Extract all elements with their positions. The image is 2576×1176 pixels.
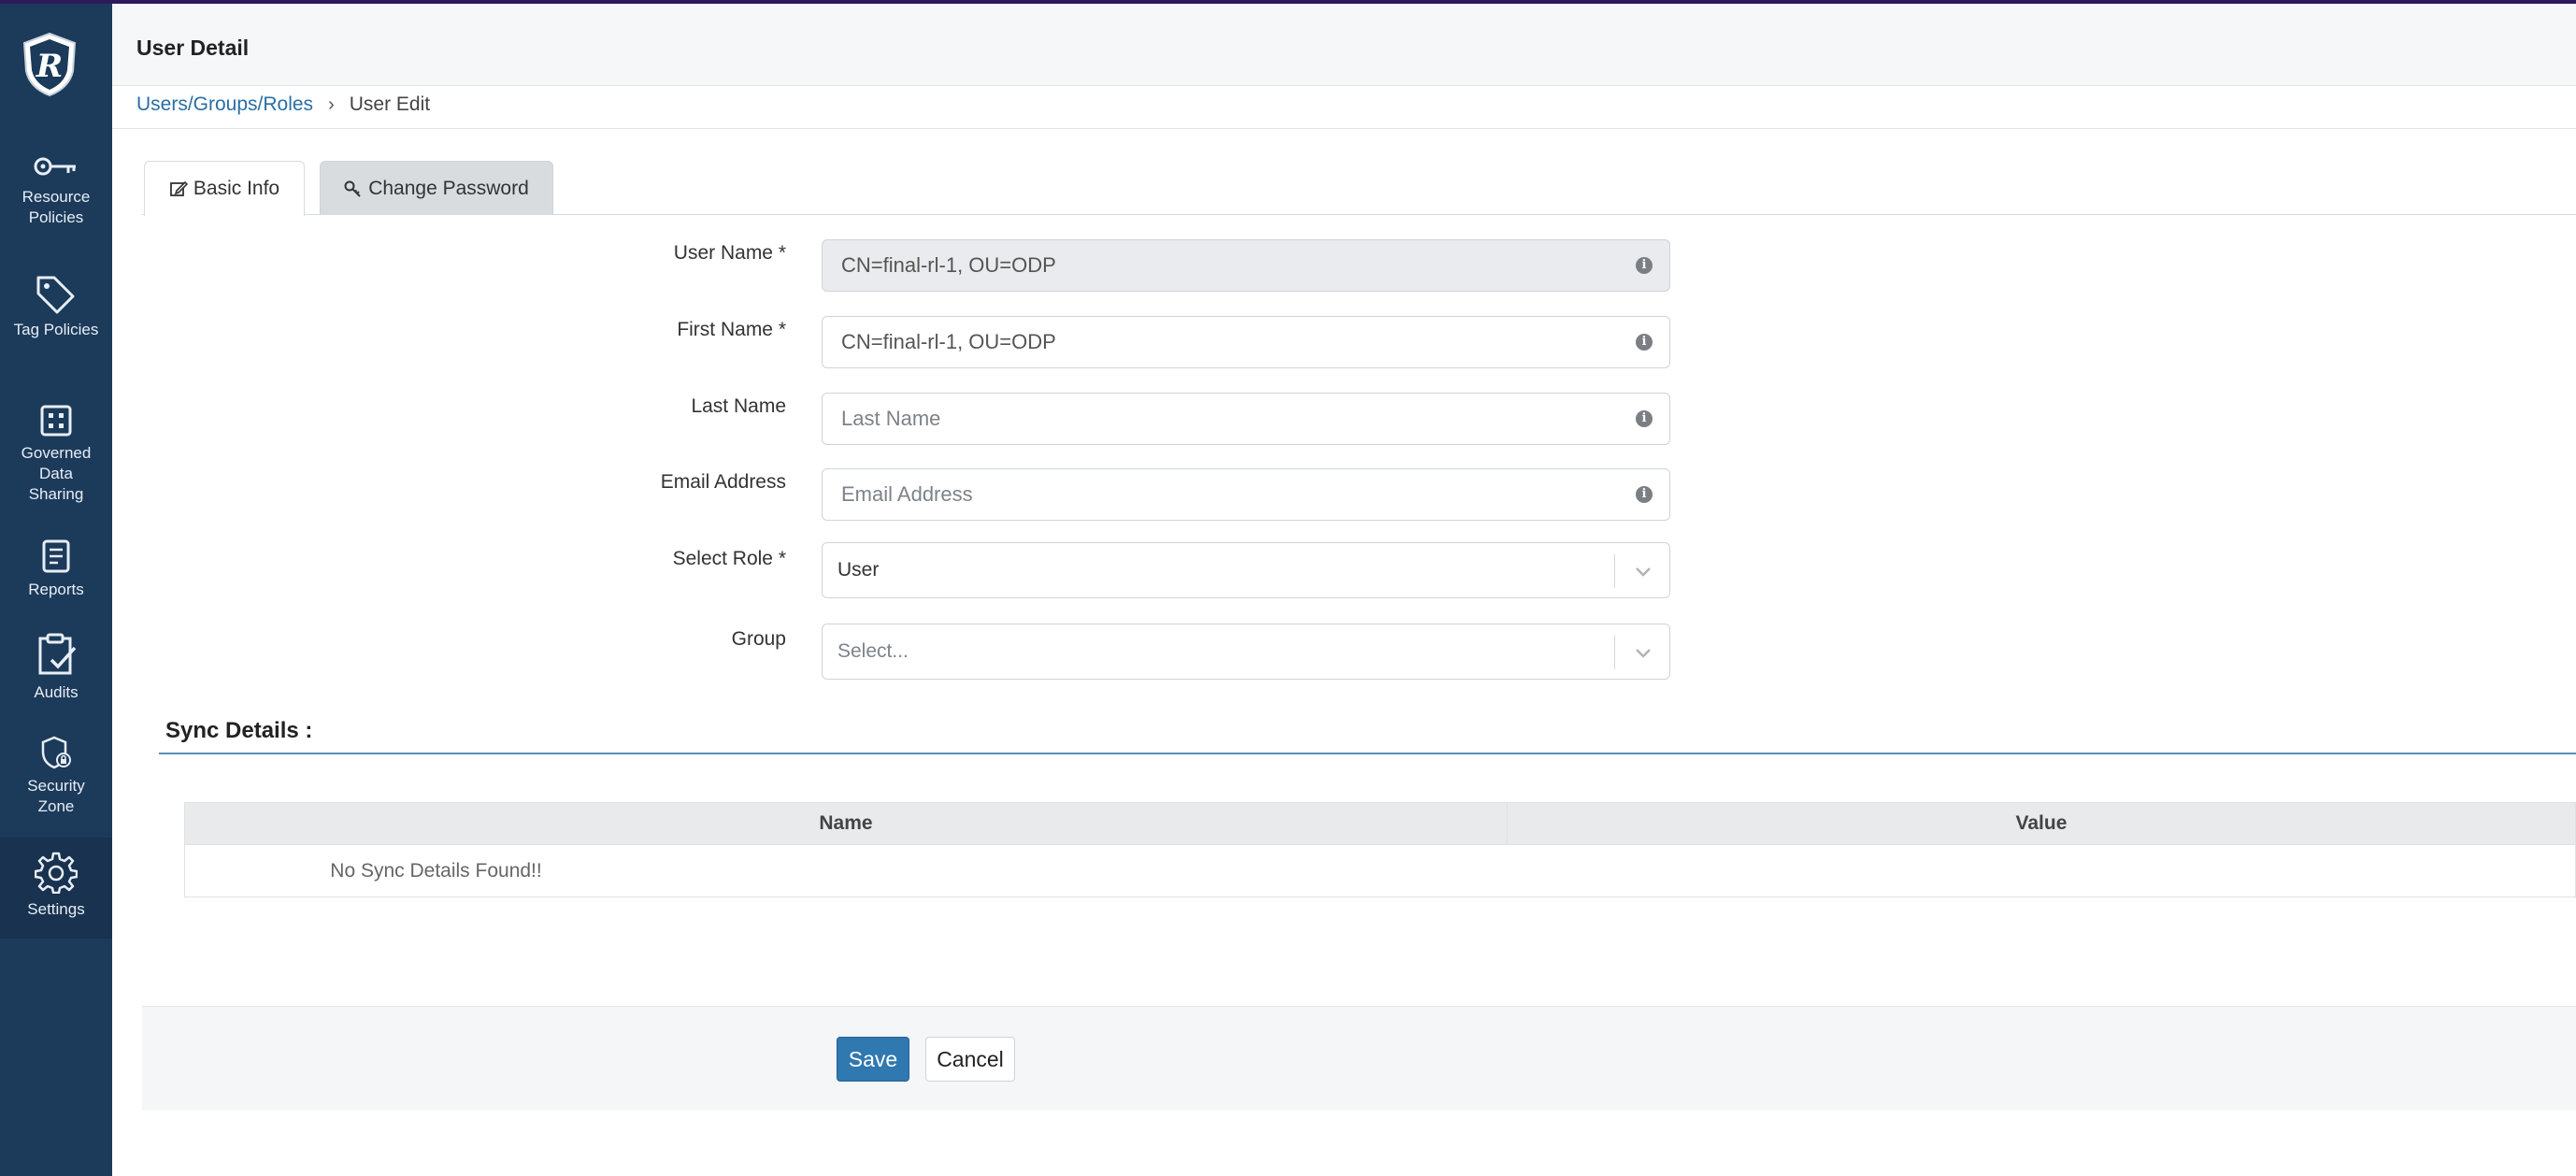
clipboard-check-icon	[38, 633, 77, 675]
key-icon	[34, 157, 76, 176]
edit-icon	[169, 180, 188, 196]
group-placeholder: Select...	[837, 640, 909, 662]
page-header: User Detail	[112, 4, 2576, 86]
sidebar-item-label: Security Zone	[27, 777, 85, 815]
last-name-label: Last Name	[691, 395, 786, 417]
sidebar-item-label: Reports	[28, 581, 84, 598]
info-icon[interactable]: i	[1636, 486, 1653, 503]
info-icon[interactable]: i	[1636, 410, 1653, 427]
sidebar-item-label: Resource Policies	[21, 188, 91, 226]
tab-label: Change Password	[368, 177, 529, 199]
sidebar-item-reports[interactable]: Reports	[0, 538, 112, 600]
first-name-value: CN=final-rl-1, OU=ODP	[841, 330, 1056, 353]
breadcrumb: Users/Groups/Roles › User Edit	[136, 93, 430, 116]
sidebar-item-resource-policies[interactable]: Resource Policies	[0, 151, 112, 228]
shield-lock-icon	[41, 736, 71, 769]
sidebar-item-audits[interactable]: Audits	[0, 632, 112, 703]
column-header-value: Value	[2015, 812, 2068, 834]
group-select[interactable]: Select...	[822, 624, 1670, 680]
sidebar-item-label: Audits	[34, 683, 79, 701]
main-content: User Detail Users/Groups/Roles › User Ed…	[112, 4, 2576, 1176]
info-icon[interactable]: i	[1636, 334, 1653, 351]
sync-details-table: Name Value No Sync Details Found!!	[184, 802, 2576, 897]
select-role-dropdown[interactable]: User	[822, 542, 1670, 598]
sidebar-item-security-zone[interactable]: Security Zone	[0, 735, 112, 817]
sync-divider	[159, 753, 2576, 754]
tag-icon	[36, 276, 75, 314]
sidebar-item-governed-data-sharing[interactable]: Governed Data Sharing	[0, 404, 112, 505]
tab-basic-info[interactable]: Basic Info	[144, 161, 305, 216]
user-name-label: User Name *	[673, 242, 786, 264]
divider	[112, 128, 2576, 129]
column-header-name: Name	[185, 803, 1508, 844]
first-name-label: First Name *	[677, 319, 786, 340]
breadcrumb-current: User Edit	[349, 93, 431, 115]
svg-text:R: R	[36, 48, 63, 85]
app-logo[interactable]: R	[21, 32, 79, 97]
sidebar-item-tag-policies[interactable]: Tag Policies	[0, 273, 112, 340]
first-name-field[interactable]: CN=final-rl-1, OU=ODP i	[822, 316, 1670, 368]
report-icon	[42, 539, 70, 573]
select-role-label: Select Role *	[672, 548, 786, 569]
cancel-button[interactable]: Cancel	[925, 1037, 1015, 1082]
chevron-down-icon[interactable]	[1634, 562, 1653, 581]
select-divider	[1614, 636, 1615, 669]
select-role-value: User	[837, 559, 880, 581]
tab-label: Basic Info	[193, 178, 280, 199]
sidebar: R Resource Policies Tag Policies Governe…	[0, 4, 112, 1176]
info-icon[interactable]: i	[1636, 257, 1653, 274]
user-name-field: CN=final-rl-1, OU=ODP i	[822, 239, 1670, 292]
last-name-placeholder: Last Name	[841, 407, 941, 430]
group-label: Group	[731, 628, 786, 650]
email-field[interactable]: Email Address i	[822, 468, 1670, 521]
table-empty-row: No Sync Details Found!!	[185, 844, 2575, 896]
grid-icon	[40, 405, 72, 437]
email-label: Email Address	[660, 471, 786, 493]
chevron-down-icon[interactable]	[1634, 643, 1653, 662]
key-icon	[344, 180, 361, 197]
breadcrumb-link-users-groups-roles[interactable]: Users/Groups/Roles	[136, 93, 313, 116]
sidebar-item-label: Tag Policies	[13, 321, 99, 338]
select-divider	[1614, 554, 1615, 588]
form-footer: Save Cancel	[142, 1006, 2576, 1111]
sidebar-item-settings[interactable]: Settings	[0, 838, 112, 939]
gear-icon	[35, 852, 78, 894]
chevron-right-icon: ›	[328, 93, 335, 115]
page-title: User Detail	[136, 36, 250, 60]
sidebar-item-label: Settings	[27, 900, 85, 918]
empty-message: No Sync Details Found!!	[330, 859, 542, 882]
user-name-value: CN=final-rl-1, OU=ODP	[841, 253, 1056, 277]
tab-change-password[interactable]: Change Password	[320, 161, 553, 215]
last-name-field[interactable]: Last Name i	[822, 393, 1670, 445]
sidebar-item-label: Governed Data Sharing	[21, 444, 92, 503]
table-header: Name Value	[185, 803, 2575, 844]
email-placeholder: Email Address	[841, 482, 973, 506]
sync-details-title: Sync Details :	[165, 718, 313, 743]
save-button[interactable]: Save	[837, 1037, 909, 1082]
